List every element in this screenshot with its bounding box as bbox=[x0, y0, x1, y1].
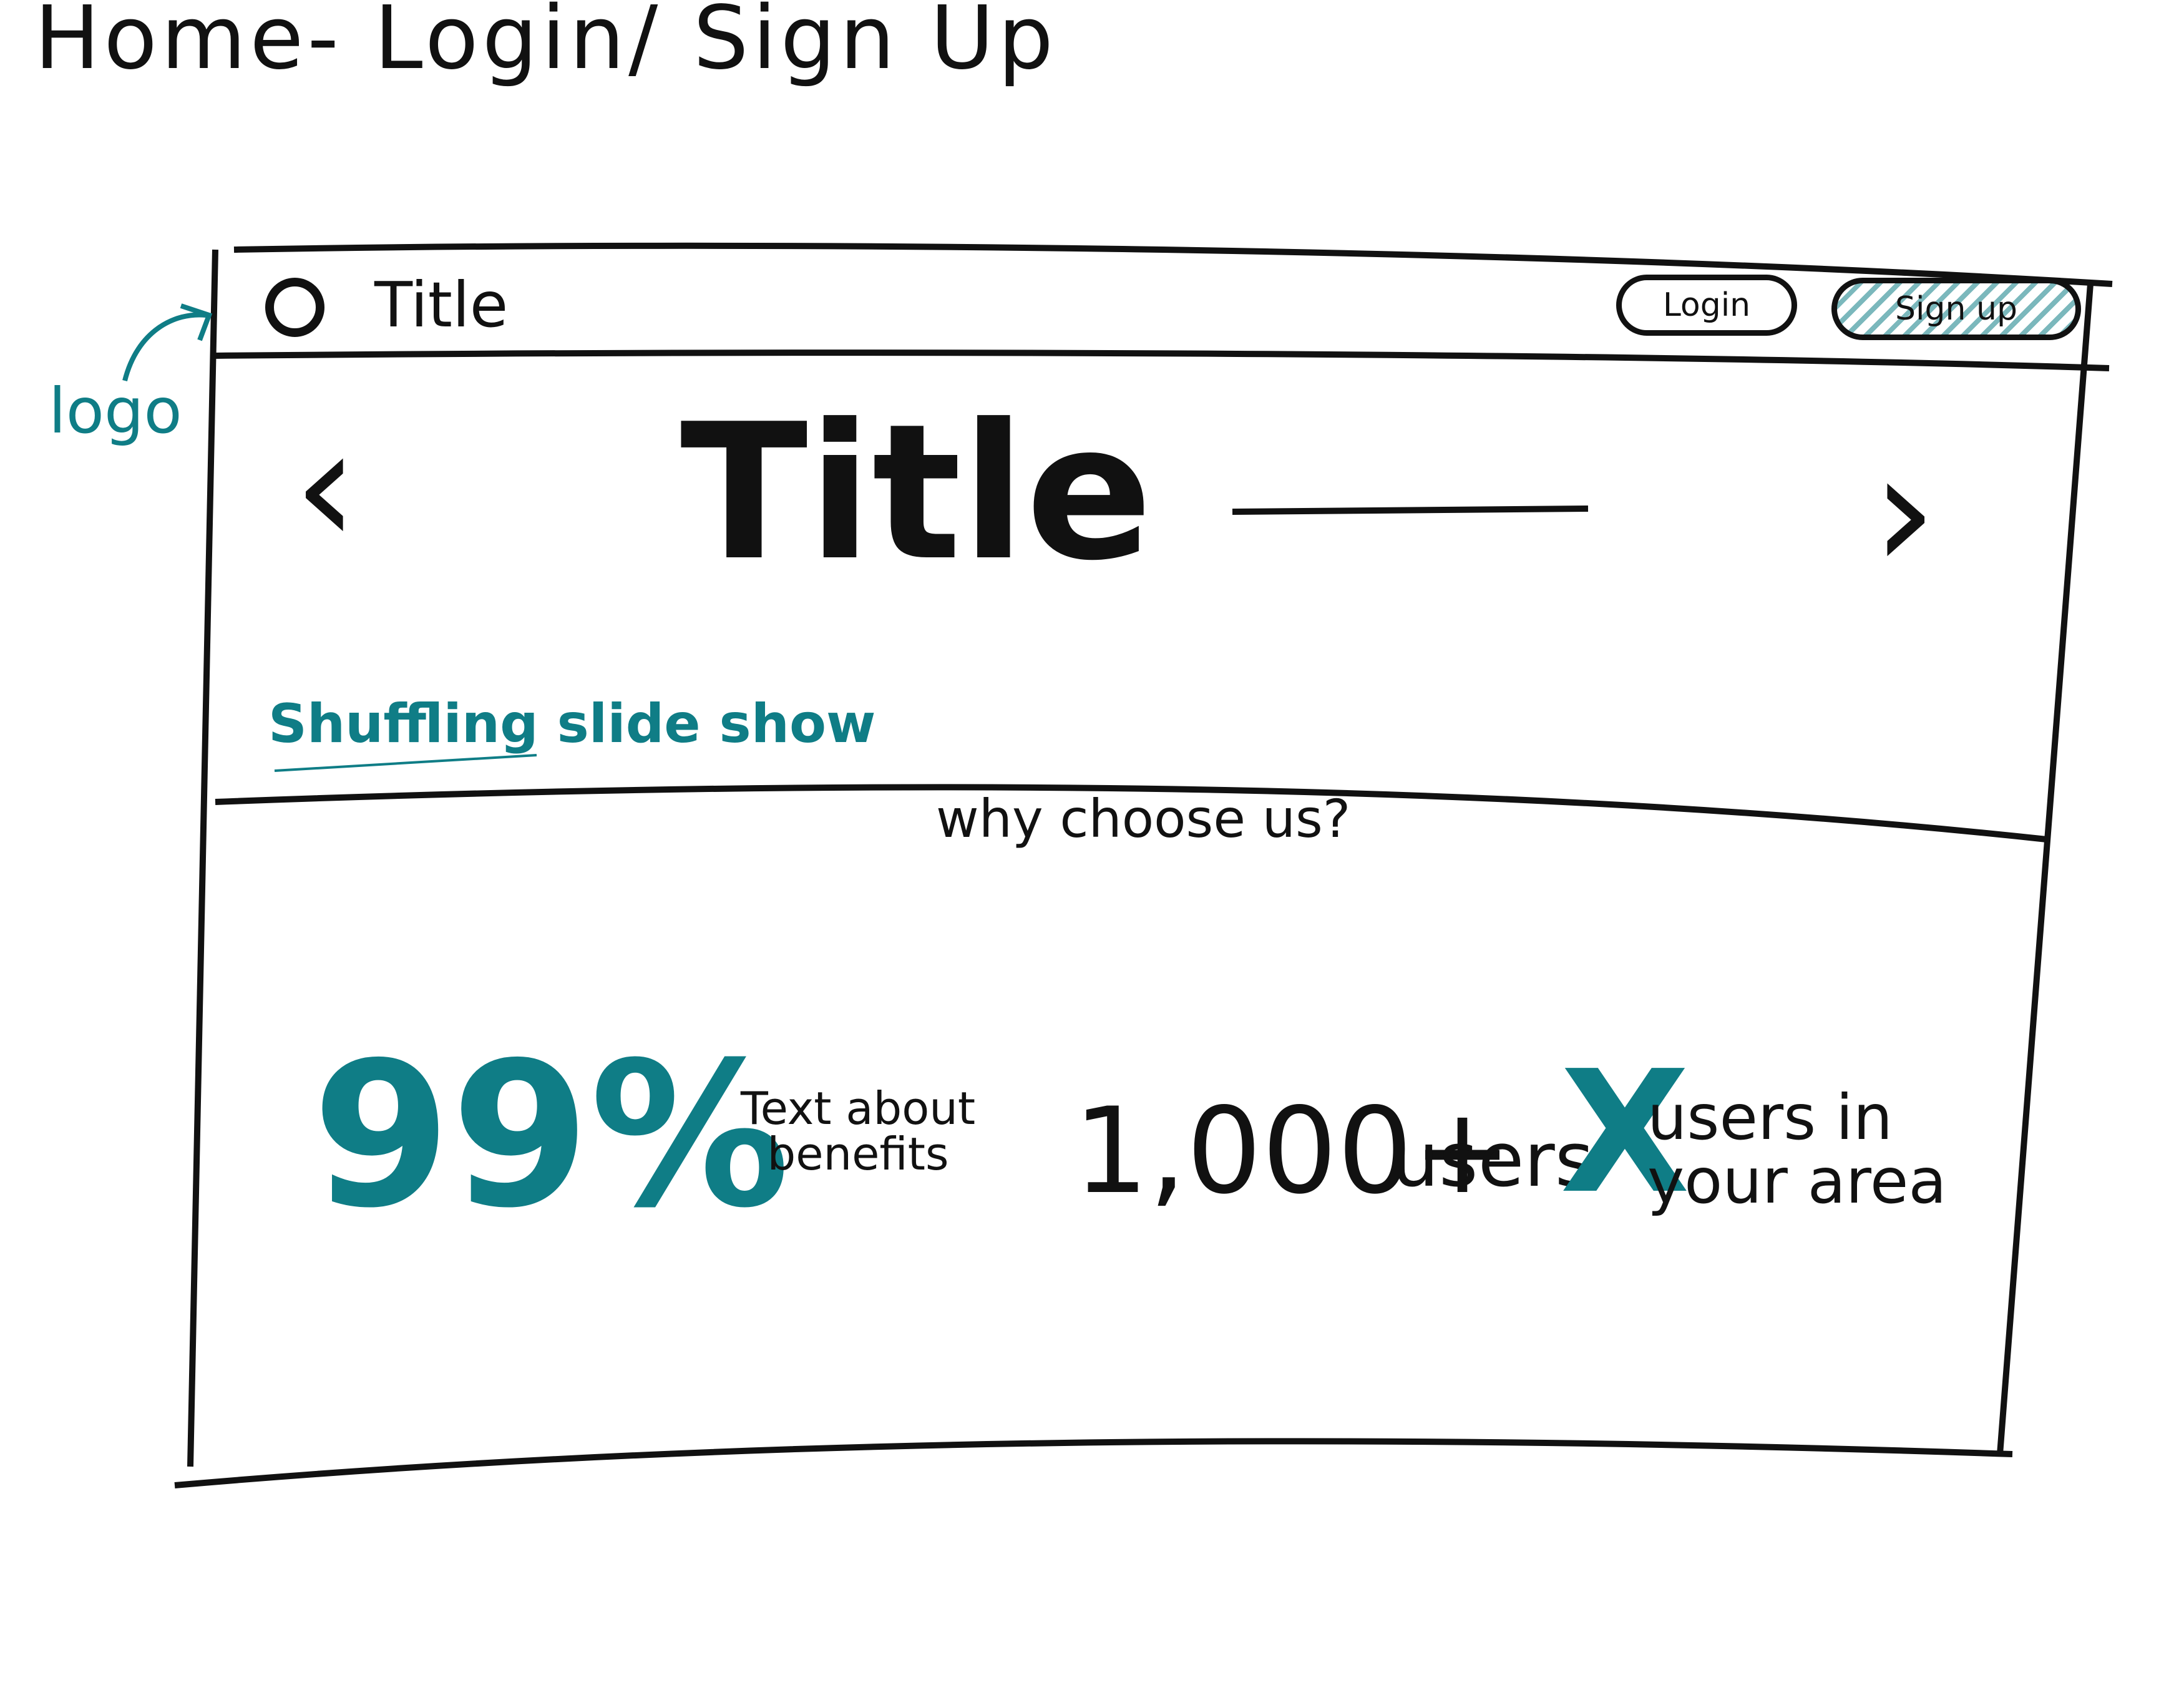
frame-right-border bbox=[1997, 283, 2094, 1455]
circle-logo-icon[interactable] bbox=[265, 278, 324, 337]
logo-annotation-arrowhead bbox=[180, 303, 213, 341]
signup-button[interactable]: Sign up bbox=[1831, 278, 2081, 340]
stat-percent: 99% bbox=[312, 1020, 790, 1252]
login-button[interactable]: Login bbox=[1616, 275, 1797, 336]
hero-title: Title bbox=[680, 384, 1153, 602]
header-title: Title bbox=[374, 268, 509, 341]
stat-area-text: users in your area bbox=[1647, 1081, 1947, 1218]
frame-top-border bbox=[233, 242, 2113, 287]
wireframe-outline bbox=[122, 242, 2113, 1488]
logo-annotation: logo bbox=[49, 374, 182, 447]
chevron-right-icon[interactable]: › bbox=[1872, 431, 1937, 593]
chevron-left-icon[interactable]: ‹ bbox=[293, 406, 358, 568]
logo-annotation-arrow bbox=[122, 312, 207, 381]
frame-left-border bbox=[187, 249, 218, 1467]
slideshow-annotation: Shuffling slide show bbox=[268, 693, 876, 755]
why-choose-heading: why choose us? bbox=[936, 788, 1351, 849]
hero-title-underline bbox=[1232, 506, 1589, 515]
frame-bottom-border bbox=[174, 1438, 2013, 1488]
header-divider bbox=[215, 349, 2110, 371]
stat-benefits-text: Text about benefits bbox=[740, 1082, 976, 1181]
slideshow-underline bbox=[274, 754, 537, 772]
